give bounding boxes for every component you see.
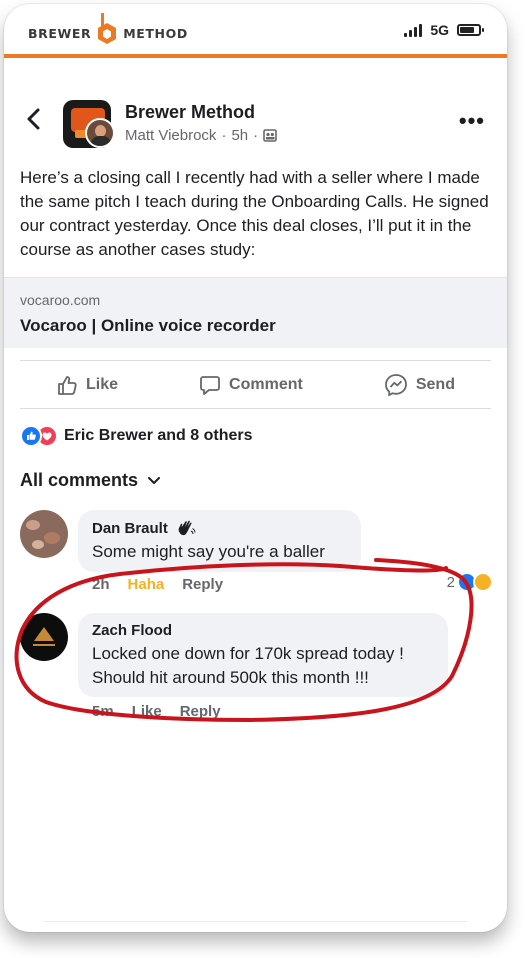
brand-mark-icon — [98, 13, 117, 44]
commenter-name[interactable]: Zach Flood — [92, 622, 172, 639]
wave-icon — [178, 520, 196, 536]
network-label: 5G — [430, 22, 449, 38]
post-body: Here’s a closing call I recently had wit… — [20, 168, 489, 259]
haha-reaction-label[interactable]: Haha — [128, 576, 165, 593]
comment-icon — [200, 375, 220, 395]
like-reaction-icon — [20, 425, 42, 447]
comments-filter[interactable]: All comments — [20, 470, 161, 491]
link-domain: vocaroo.com — [20, 292, 101, 308]
bottom-divider — [44, 921, 467, 922]
reactions-summary[interactable]: Eric Brewer and 8 others — [20, 425, 253, 447]
commenter-avatar[interactable] — [20, 613, 68, 661]
commenter-name[interactable]: Dan Brault — [92, 520, 168, 537]
brand-text-right: METHOD — [123, 25, 188, 41]
meta-separator: · — [221, 127, 227, 144]
header-accent-line — [4, 54, 507, 58]
like-button[interactable]: Like — [20, 374, 154, 396]
like-label: Like — [86, 375, 119, 393]
comment-label: Comment — [229, 375, 303, 393]
app-header: BREWER METHOD 5G — [4, 4, 507, 58]
author-avatar[interactable] — [85, 118, 115, 148]
comment-time[interactable]: 5m — [92, 703, 114, 720]
reply-button[interactable]: Reply — [182, 576, 223, 593]
status-bar: 5G — [404, 22, 484, 38]
comment-reaction-count[interactable]: 2 — [447, 572, 493, 592]
phone-frame: BREWER METHOD 5G Brewer Method Matt Vieb… — [4, 4, 507, 932]
comment-footer: 5m Like Reply — [92, 703, 221, 720]
more-options-icon[interactable]: ••• — [459, 108, 485, 134]
comment-footer: 2h Haha Reply — [92, 576, 223, 593]
reply-button[interactable]: Reply — [180, 703, 221, 720]
send-label: Send — [415, 375, 455, 393]
meta-separator: · — [253, 127, 259, 144]
group-icon — [263, 129, 277, 142]
comments-filter-label: All comments — [20, 470, 139, 490]
comment-bubble: Dan Brault Some might say you're a balle… — [78, 510, 361, 572]
reactions-text: Eric Brewer and 8 others — [64, 427, 253, 444]
brand-logo: BREWER METHOD — [28, 13, 188, 48]
post-time[interactable]: 5h — [231, 127, 248, 144]
brand-text-left: BREWER — [28, 25, 92, 41]
signal-icon — [404, 23, 423, 37]
messenger-icon — [384, 373, 407, 397]
post-meta: Matt Viebrock · 5h · — [125, 127, 277, 144]
like-comment-button[interactable]: Like — [132, 703, 162, 720]
battery-icon — [457, 24, 484, 36]
comment-button[interactable]: Comment — [163, 374, 339, 396]
link-preview[interactable]: vocaroo.com Vocaroo | Online voice recor… — [4, 277, 507, 348]
post-actions: Like Comment Send — [20, 361, 491, 408]
divider — [20, 408, 491, 409]
author-name[interactable]: Matt Viebrock — [125, 127, 216, 144]
send-button[interactable]: Send — [348, 373, 491, 397]
commenter-avatar[interactable] — [20, 510, 68, 558]
reaction-count: 2 — [446, 573, 455, 591]
comment-bubble: Zach Flood Locked one down for 170k spre… — [78, 613, 448, 697]
comment-text: Locked one down for 170k spread today ! … — [92, 644, 404, 687]
back-chevron-icon[interactable] — [22, 105, 46, 133]
thumbs-up-icon — [58, 375, 77, 395]
chevron-down-icon — [148, 476, 161, 484]
haha-reaction-icon — [473, 572, 493, 592]
page-name[interactable]: Brewer Method — [125, 102, 255, 123]
comment-time[interactable]: 2h — [92, 576, 110, 593]
link-title: Vocaroo | Online voice recorder — [20, 316, 276, 335]
comment-text: Some might say you're a baller — [92, 542, 325, 561]
